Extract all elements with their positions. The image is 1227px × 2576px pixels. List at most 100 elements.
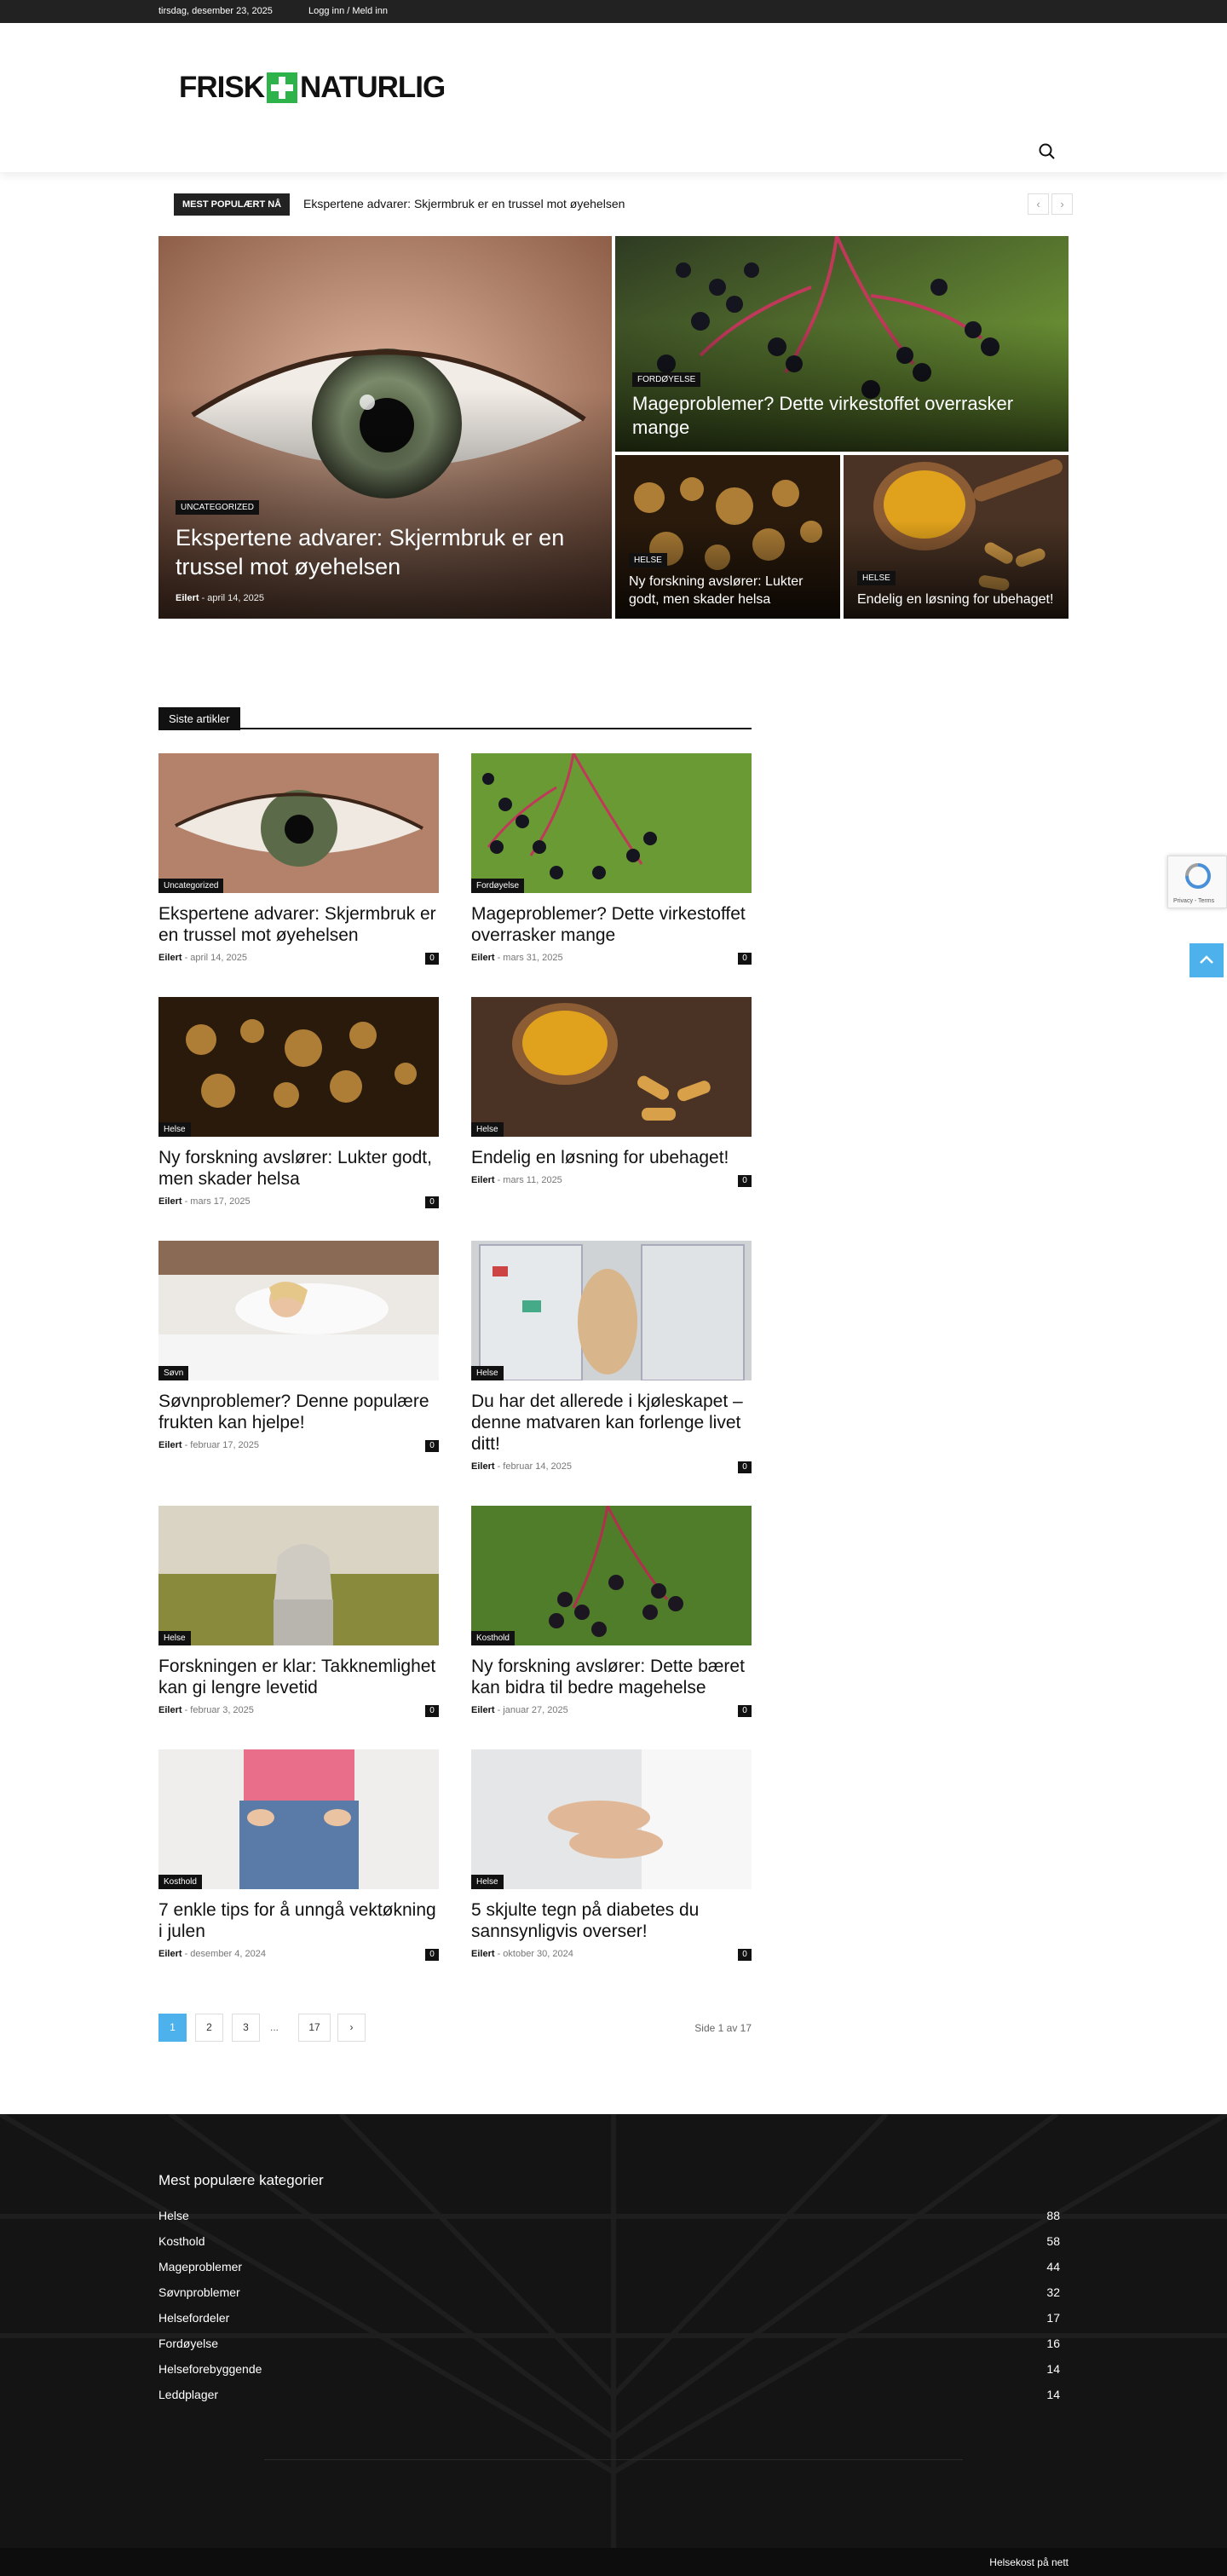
category-badge[interactable]: UNCATEGORIZED (176, 500, 259, 515)
comment-count[interactable]: 0 (425, 953, 439, 965)
article-card[interactable]: Fordøyelse Mageproblemer? Dette virkesto… (471, 753, 752, 966)
login-link[interactable]: Logg inn / Meld inn (308, 6, 388, 16)
site-logo[interactable]: FRISK NATURLIG (179, 70, 446, 106)
article-card[interactable]: Søvn Søvnproblemer? Denne populære frukt… (158, 1241, 439, 1454)
article-thumbnail[interactable]: Helse (471, 1749, 752, 1889)
category-badge[interactable]: Søvn (158, 1366, 189, 1380)
category-item[interactable]: Helseforebyggende 14 (158, 2362, 1060, 2388)
article-title[interactable]: Ny forskning avslører: Lukter godt, men … (158, 1147, 439, 1190)
article-card[interactable]: Helse Endelig en løsning for ubehaget! E… (471, 997, 752, 1189)
category-name[interactable]: Helse (158, 2209, 189, 2222)
author-name[interactable]: Eilert (158, 953, 182, 963)
comment-count[interactable]: 0 (738, 1705, 752, 1717)
comment-count[interactable]: 0 (425, 1440, 439, 1452)
hero-main[interactable]: UNCATEGORIZED Ekspertene advarer: Skjerm… (158, 236, 612, 619)
category-name[interactable]: Leddplager (158, 2388, 218, 2401)
author-name[interactable]: Eilert (158, 1440, 182, 1450)
category-item[interactable]: Fordøyelse 16 (158, 2337, 1060, 2362)
page-1-button[interactable]: 1 (158, 2014, 187, 2042)
category-badge[interactable]: HELSE (857, 571, 896, 585)
search-icon[interactable] (1038, 142, 1057, 161)
category-badge[interactable]: HELSE (629, 553, 667, 568)
category-badge[interactable]: Helse (158, 1122, 191, 1137)
hero-bottom-right[interactable]: HELSE Endelig en løsning for ubehaget! (844, 455, 1069, 619)
category-item[interactable]: Helsefordeler 17 (158, 2311, 1060, 2337)
article-thumbnail[interactable]: Uncategorized (158, 753, 439, 893)
article-title[interactable]: Ekspertene advarer: Skjermbruk er en tru… (158, 903, 439, 946)
category-badge[interactable]: Fordøyelse (471, 879, 525, 893)
article-title[interactable]: Endelig en løsning for ubehaget! (471, 1147, 752, 1168)
page-3-button[interactable]: 3 (232, 2014, 260, 2042)
article-title[interactable]: Mageproblemer? Dette virkestoffet overra… (471, 903, 752, 946)
article-thumbnail[interactable]: Helse (471, 997, 752, 1137)
article-card[interactable]: Helse Ny forskning avslører: Lukter godt… (158, 997, 439, 1210)
article-card[interactable]: Helse Forskningen er klar: Takknemlighet… (158, 1506, 439, 1719)
comment-count[interactable]: 0 (738, 1461, 752, 1473)
page-last-button[interactable]: 17 (298, 2014, 331, 2042)
category-badge[interactable]: Helse (471, 1122, 504, 1137)
article-thumbnail[interactable]: Fordøyelse (471, 753, 752, 893)
article-thumbnail[interactable]: Søvn (158, 1241, 439, 1380)
category-name[interactable]: Mageproblemer (158, 2260, 242, 2273)
author-name[interactable]: Eilert (471, 1705, 495, 1715)
author-name[interactable]: Eilert (471, 953, 495, 963)
article-title[interactable]: Forskningen er klar: Takknemlighet kan g… (158, 1656, 439, 1698)
back-to-top-button[interactable] (1190, 943, 1224, 977)
author-name[interactable]: Eilert (471, 1461, 495, 1472)
article-title[interactable]: Du har det allerede i kjøleskapet – denn… (471, 1391, 752, 1455)
author-name[interactable]: Eilert (471, 1949, 495, 1959)
article-title[interactable]: 7 enkle tips for å unngå vektøkning i ju… (158, 1899, 439, 1942)
category-item[interactable]: Helse 88 (158, 2209, 1060, 2234)
article-thumbnail[interactable]: Kosthold (158, 1749, 439, 1889)
ticker-next-button[interactable]: › (1051, 193, 1073, 215)
hero-bottom-left[interactable]: HELSE Ny forskning avslører: Lukter godt… (615, 455, 840, 619)
category-item[interactable]: Søvnproblemer 32 (158, 2285, 1060, 2311)
article-card[interactable]: Kosthold 7 enkle tips for å unngå vektøk… (158, 1749, 439, 1962)
footer-link[interactable]: Helsekost på nett (989, 2556, 1069, 2568)
author-name[interactable]: Eilert (176, 593, 199, 603)
category-badge[interactable]: Helse (471, 1366, 504, 1380)
ticker-headline[interactable]: Ekspertene advarer: Skjermbruk er en tru… (303, 197, 625, 210)
author-name[interactable]: Eilert (158, 1705, 182, 1715)
article-card[interactable]: Helse Du har det allerede i kjøleskapet … (471, 1241, 752, 1475)
page-2-button[interactable]: 2 (195, 2014, 223, 2042)
comment-count[interactable]: 0 (738, 1949, 752, 1961)
author-name[interactable]: Eilert (471, 1175, 495, 1185)
comment-count[interactable]: 0 (738, 1175, 752, 1187)
category-item[interactable]: Kosthold 58 (158, 2234, 1060, 2260)
category-name[interactable]: Fordøyelse (158, 2337, 218, 2350)
article-title[interactable]: Søvnproblemer? Denne populære frukten ka… (158, 1391, 439, 1433)
article-title[interactable]: 5 skjulte tegn på diabetes du sannsynlig… (471, 1899, 752, 1942)
hero-bottom-left-title[interactable]: Ny forskning avslører: Lukter godt, men … (629, 573, 827, 608)
category-name[interactable]: Søvnproblemer (158, 2285, 240, 2299)
category-badge[interactable]: Helse (158, 1631, 191, 1645)
recaptcha-badge[interactable]: Privacy - Terms (1167, 856, 1227, 908)
comment-count[interactable]: 0 (738, 953, 752, 965)
category-badge[interactable]: Kosthold (471, 1631, 515, 1645)
category-badge[interactable]: FORDØYELSE (632, 372, 701, 387)
next-page-button[interactable]: › (337, 2014, 366, 2042)
article-thumbnail[interactable]: Helse (471, 1241, 752, 1380)
category-item[interactable]: Mageproblemer 44 (158, 2260, 1060, 2285)
category-name[interactable]: Helseforebyggende (158, 2362, 262, 2376)
comment-count[interactable]: 0 (425, 1196, 439, 1208)
recaptcha-links[interactable]: Privacy - Terms (1173, 898, 1214, 904)
category-item[interactable]: Leddplager 14 (158, 2388, 1060, 2413)
author-name[interactable]: Eilert (158, 1949, 182, 1959)
hero-top-right-title[interactable]: Mageproblemer? Dette virkestoffet overra… (632, 392, 1051, 440)
article-thumbnail[interactable]: Kosthold (471, 1506, 752, 1645)
article-card[interactable]: Kosthold Ny forskning avslører: Dette bæ… (471, 1506, 752, 1719)
category-badge[interactable]: Kosthold (158, 1875, 202, 1889)
comment-count[interactable]: 0 (425, 1949, 439, 1961)
article-thumbnail[interactable]: Helse (158, 1506, 439, 1645)
category-name[interactable]: Helsefordeler (158, 2311, 229, 2325)
article-card[interactable]: Helse 5 skjulte tegn på diabetes du sann… (471, 1749, 752, 1962)
category-name[interactable]: Kosthold (158, 2234, 204, 2248)
category-badge[interactable]: Helse (471, 1875, 504, 1889)
category-badge[interactable]: Uncategorized (158, 879, 224, 893)
ticker-prev-button[interactable]: ‹ (1028, 193, 1049, 215)
hero-bottom-right-title[interactable]: Endelig en løsning for ubehaget! (857, 591, 1055, 608)
hero-main-title[interactable]: Ekspertene advarer: Skjermbruk er en tru… (176, 523, 595, 581)
comment-count[interactable]: 0 (425, 1705, 439, 1717)
article-title[interactable]: Ny forskning avslører: Dette bæret kan b… (471, 1656, 752, 1698)
